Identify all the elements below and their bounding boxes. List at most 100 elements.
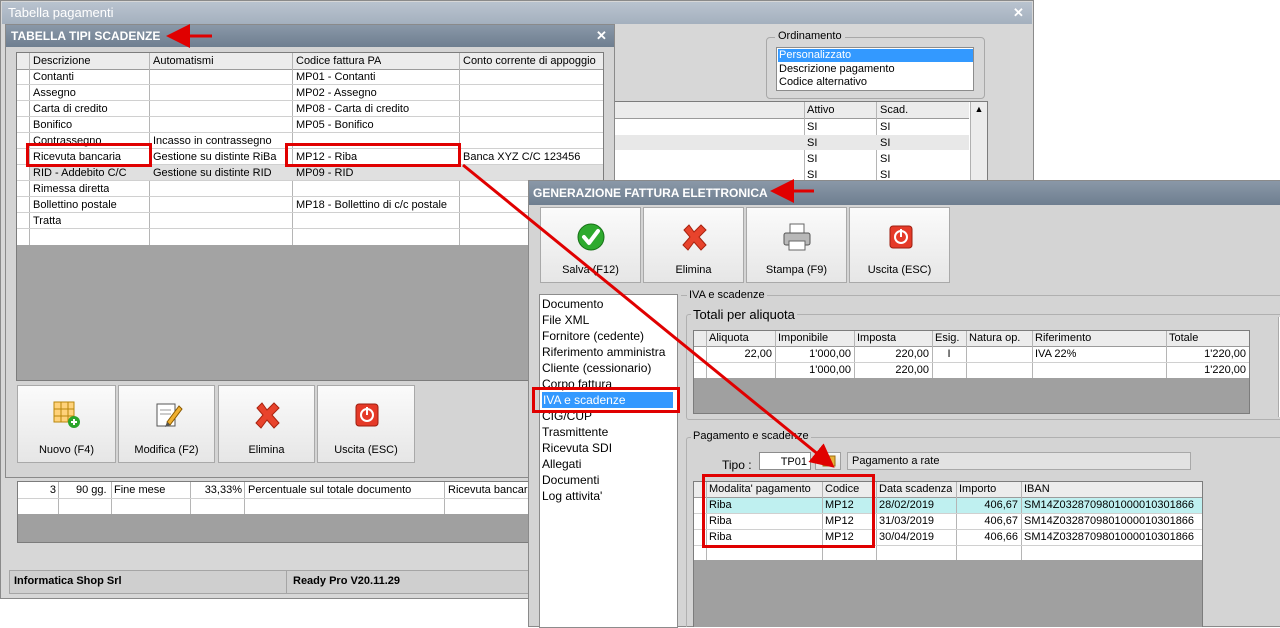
highlight-box	[26, 143, 152, 167]
ordinamento-option[interactable]: Personalizzato	[778, 49, 973, 62]
grid-cell[interactable]: MP09 - RID	[296, 165, 353, 181]
grid-cell[interactable]: Tratta	[33, 213, 61, 229]
grid-cell: Ricevuta bancaria	[448, 484, 530, 496]
grid-cell[interactable]: Incasso in contrassegno	[153, 133, 272, 149]
grid-cell[interactable]: SM14Z0328709801000010301866	[1024, 514, 1199, 529]
grid-cell: Fine mese	[114, 484, 166, 496]
salva-button[interactable]: Salva (F12)	[540, 207, 641, 283]
column-header: Totale	[1169, 332, 1199, 344]
grid-cell[interactable]: 31/03/2019	[879, 514, 953, 529]
folder-icon	[822, 455, 836, 467]
grid-cell[interactable]: 406,66	[959, 530, 1018, 545]
grid-cell[interactable]: MP18 - Bollettino di c/c postale	[296, 197, 447, 213]
column-header: Descrizione	[33, 55, 91, 67]
nav-item[interactable]: Ricevuta SDI	[542, 440, 612, 456]
grid-cell: SI	[807, 137, 818, 149]
grid-cell: 3	[49, 484, 56, 496]
checkmark-icon	[577, 223, 605, 251]
elimina-button[interactable]: Elimina	[218, 385, 315, 463]
nuovo-label: Nuovo (F4)	[38, 444, 95, 456]
power-icon	[889, 225, 913, 249]
edit-icon	[156, 403, 183, 427]
ordinamento-option[interactable]: Descrizione pagamento	[779, 63, 895, 76]
column-header: Aliquota	[709, 332, 749, 344]
grid-cell: SI	[880, 153, 891, 165]
grid-cell: SI	[807, 121, 818, 133]
elimina-label: Elimina	[675, 264, 712, 276]
grid-cell[interactable]: SM14Z0328709801000010301866	[1024, 530, 1199, 545]
nav-item[interactable]: Documenti	[542, 472, 599, 488]
grid-cell: 1'000,00	[809, 364, 851, 376]
tipo-lookup-button[interactable]	[815, 452, 841, 470]
nav-item[interactable]: Log attivita'	[542, 488, 602, 504]
grid-cell: Percentuale sul totale documento	[248, 484, 412, 496]
grid-cell[interactable]: Gestione su distinte RID	[153, 165, 272, 181]
nav-item[interactable]: Documento	[542, 296, 603, 312]
grid-cell[interactable]: MP05 - Bonifico	[296, 117, 374, 133]
highlight-box	[702, 474, 875, 548]
nav-item[interactable]: Allegati	[542, 456, 581, 472]
grid-cell[interactable]: Assegno	[33, 85, 76, 101]
grid-cell[interactable]: Bonifico	[33, 117, 72, 133]
close-icon[interactable]: ✕	[596, 25, 607, 47]
uscita-label: Uscita (ESC)	[867, 264, 932, 276]
grid-cell[interactable]: Banca XYZ C/C 123456	[463, 149, 580, 165]
grid-cell[interactable]: SM14Z0328709801000010301866	[1024, 498, 1199, 513]
close-icon[interactable]: ✕	[1013, 2, 1024, 24]
column-header: Conto corrente di appoggio	[463, 55, 596, 67]
stampa-button[interactable]: Stampa (F9)	[746, 207, 847, 283]
grid-cell[interactable]: RID - Addebito C/C	[33, 165, 127, 181]
salva-label: Salva (F12)	[562, 264, 619, 276]
scadenze-grid: 3 90 gg. Fine mese 33,33% Percentuale su…	[17, 481, 531, 543]
add-table-icon	[53, 401, 80, 428]
tipo-description: Pagamento a rate	[847, 452, 1191, 470]
column-header: Imposta	[857, 332, 897, 344]
grid-cell[interactable]: 30/04/2019	[879, 530, 953, 545]
nav-item[interactable]: File XML	[542, 312, 589, 328]
status-version: Ready Pro V20.11.29	[293, 575, 401, 587]
grid-cell[interactable]: 406,67	[959, 514, 1018, 529]
elimina-button[interactable]: Elimina	[643, 207, 744, 283]
nav-item[interactable]: Riferimento amministra	[542, 344, 665, 360]
column-header: Automatismi	[153, 55, 214, 67]
grid-cell[interactable]: 28/02/2019	[879, 498, 953, 513]
grid-cell[interactable]: MP01 - Contanti	[296, 69, 375, 85]
ordinamento-list[interactable]: Personalizzato Descrizione pagamento Cod…	[776, 47, 974, 91]
nav-item[interactable]: Trasmittente	[542, 424, 608, 440]
grid-cell[interactable]: 406,67	[959, 498, 1018, 513]
column-header: Riferimento	[1035, 332, 1092, 344]
modifica-label: Modifica (F2)	[134, 444, 199, 456]
grid-cell[interactable]: Bollettino postale	[33, 197, 117, 213]
column-header: Scad.	[880, 104, 909, 116]
status-company: Informatica Shop Srl	[14, 575, 122, 587]
grid-cell[interactable]: Carta di credito	[33, 101, 108, 117]
column-header: Importo	[959, 483, 997, 495]
modifica-button[interactable]: Modifica (F2)	[118, 385, 215, 463]
tipo-input[interactable]: TP01	[759, 452, 811, 470]
ordinamento-option[interactable]: Codice alternativo	[779, 76, 867, 89]
grid-cell: I	[947, 348, 951, 360]
uscita-button[interactable]: Uscita (ESC)	[317, 385, 415, 463]
grid-cell: SI	[807, 153, 818, 165]
printer-icon	[783, 223, 811, 251]
column-header: IBAN	[1024, 483, 1050, 495]
grid-cell: 1'000,00	[809, 348, 851, 360]
status-bar: Informatica Shop Srl Ready Pro V20.11.29	[9, 570, 531, 594]
column-header: Esig.	[935, 332, 960, 344]
grid-cell[interactable]: Rimessa diretta	[33, 181, 109, 197]
grid-cell[interactable]: Gestione su distinte RiBa	[153, 149, 277, 165]
grid-cell[interactable]: Contanti	[33, 69, 74, 85]
tipi-grid: Descrizione Automatismi Codice fattura P…	[16, 52, 604, 381]
scroll-up-icon[interactable]: ▲	[971, 102, 987, 116]
section-title: IVA e scadenze	[687, 289, 767, 301]
nuovo-button[interactable]: Nuovo (F4)	[17, 385, 116, 463]
grid-cell[interactable]: MP08 - Carta di credito	[296, 101, 409, 117]
nav-item[interactable]: Fornitore (cedente)	[542, 328, 644, 344]
delete-x-icon	[682, 224, 707, 251]
nav-item[interactable]: Cliente (cessionario)	[542, 360, 651, 376]
uscita-button[interactable]: Uscita (ESC)	[849, 207, 950, 283]
grid-cell[interactable]: MP02 - Assegno	[296, 85, 377, 101]
highlight-box	[285, 143, 461, 167]
highlight-box	[532, 387, 680, 413]
payments-window-titlebar: Tabella pagamenti ✕	[2, 2, 1032, 24]
